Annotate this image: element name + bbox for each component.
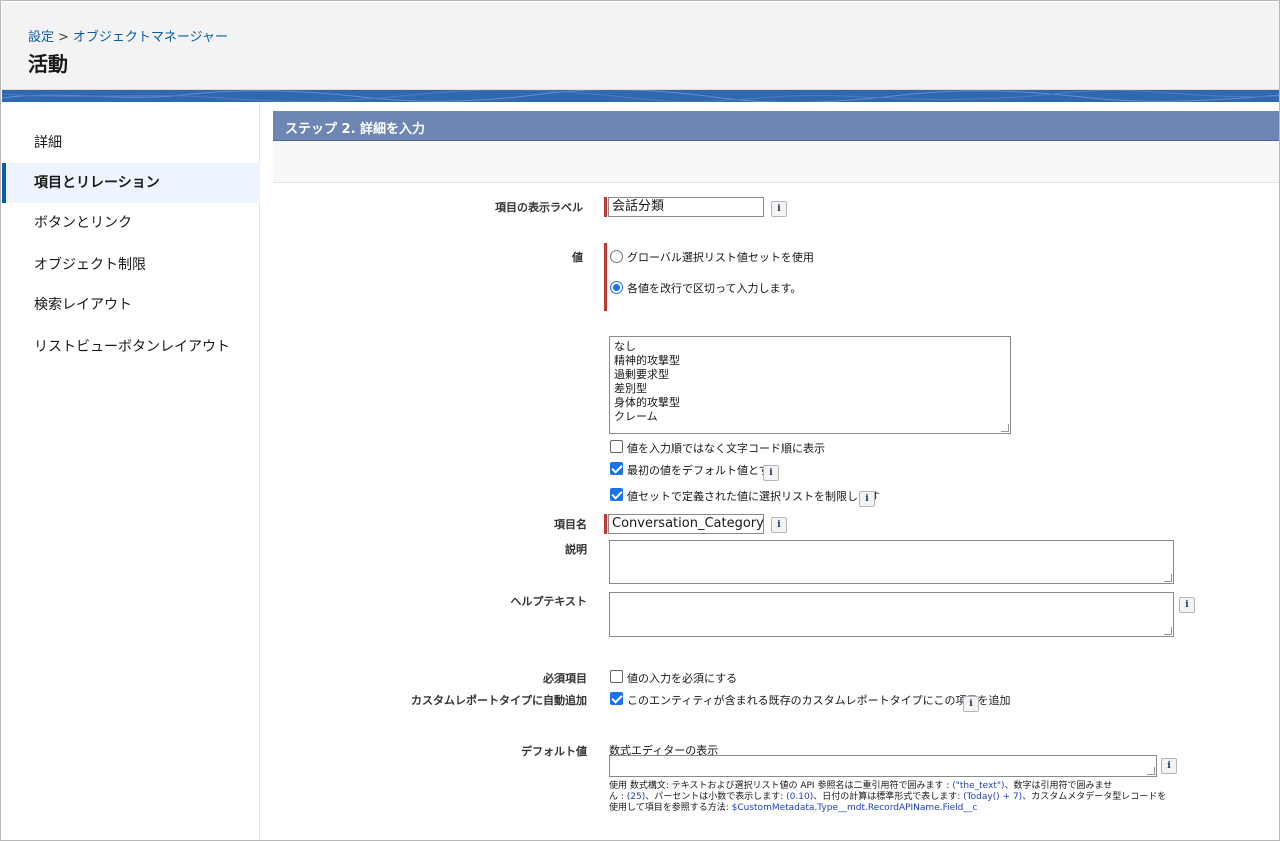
hint-code: (Today() + 7): [963, 792, 1023, 802]
values-required-indicator: [604, 243, 607, 311]
page-frame: 設定 > オブジェクトマネージャー 活動 詳細 項目とリレーション ボタンとリンク …: [0, 0, 1280, 841]
resize-grip-icon[interactable]: [1001, 424, 1009, 432]
restrict-values-checkbox[interactable]: [610, 488, 623, 501]
required-indicator: [604, 197, 607, 217]
breadcrumb-separator: >: [58, 30, 69, 45]
sidebar-item-search-layouts[interactable]: 検索レイアウト: [2, 285, 260, 325]
custom-report-label: カスタムレポートタイプに自動追加: [411, 694, 587, 707]
restrict-values-info-icon[interactable]: i: [859, 491, 875, 507]
hint-text: ん :: [609, 792, 627, 802]
global-picklist-label: グローバル選択リスト値セットを使用: [627, 251, 814, 264]
hint-text: 使用 数式構文: テキストおよび選択リスト値の API 参照名は二重引用符で囲み…: [609, 781, 953, 791]
section-subheader: [273, 141, 1279, 183]
hint-text: 、日付の計算は標準形式で表します:: [813, 792, 964, 802]
custom-report-checkbox[interactable]: [610, 692, 623, 705]
alpha-sort-checkbox[interactable]: [610, 440, 623, 453]
hint-text: 使用して項目を参照する方法:: [609, 803, 732, 813]
resize-grip-icon[interactable]: [1164, 574, 1172, 582]
global-picklist-radio[interactable]: [610, 250, 623, 263]
value-entry: クレーム: [614, 410, 658, 423]
value-entry: 精神的攻撃型: [614, 354, 680, 367]
value-entry: なし: [614, 340, 636, 353]
field-label-input[interactable]: 会話分類: [608, 197, 764, 217]
hint-text: 、パーセントは小数で表示します:: [645, 792, 787, 802]
section-title: ステップ 2. 詳細を入力: [285, 122, 426, 137]
values-textarea[interactable]: なし 精神的攻撃型 過剰要求型 差別型 身体的攻撃型 クレーム: [609, 336, 1011, 434]
first-default-info-icon[interactable]: i: [763, 465, 779, 481]
required-checkbox[interactable]: [610, 670, 623, 683]
page-title: 活動: [28, 52, 68, 76]
manual-values-radio[interactable]: [610, 281, 623, 294]
value-entry: 過剰要求型: [614, 368, 669, 381]
values-label: 値: [572, 251, 583, 264]
api-name-input[interactable]: Conversation_Category: [608, 514, 764, 534]
hint-text: 、カスタムメタデータ型レコードを: [1022, 792, 1167, 802]
first-default-label: 最初の値をデフォルト値とする: [627, 464, 781, 477]
sidebar-item-object-limits[interactable]: オブジェクト制限: [2, 245, 260, 285]
hint-code: ("the_text"): [952, 781, 1005, 791]
default-value-label: デフォルト値: [521, 745, 587, 758]
help-text-textarea[interactable]: [609, 592, 1174, 637]
main-panel: ステップ 2. 詳細を入力 項目の表示ラベル 会話分類 i 値 グローバル選択リ…: [273, 111, 1279, 840]
value-entry: 身体的攻撃型: [614, 396, 680, 409]
sidebar-item-details[interactable]: 詳細: [2, 123, 260, 163]
custom-report-info-icon[interactable]: i: [963, 696, 979, 712]
field-label-info-icon[interactable]: i: [771, 201, 787, 217]
manual-values-label: 各値を改行で区切って入力します。: [627, 282, 802, 295]
formula-syntax-hint: 使用 数式構文: テキストおよび選択リスト値の API 参照名は二重引用符で囲み…: [609, 781, 1169, 814]
default-value-textarea[interactable]: [609, 755, 1157, 777]
sidebar-item-list-view-button-layout[interactable]: リストビューボタンレイアウト: [2, 327, 260, 367]
first-default-checkbox[interactable]: [610, 462, 623, 475]
required-label: 必須項目: [543, 672, 587, 685]
required-checkbox-label: 値の入力を必須にする: [627, 672, 738, 685]
page-header: 設定 > オブジェクトマネージャー 活動: [2, 2, 1279, 90]
api-name-required-indicator: [604, 514, 607, 534]
header-banner: [2, 90, 1279, 102]
section-header: ステップ 2. 詳細を入力: [273, 111, 1279, 141]
restrict-values-label: 値セットで定義された値に選択リストを制限します: [627, 490, 880, 503]
custom-report-checkbox-label: このエンティティが含まれる既存のカスタムレポートタイプにこの項目を追加: [627, 694, 1011, 707]
breadcrumb-setup-link[interactable]: 設定: [28, 30, 54, 45]
field-label-label: 項目の表示ラベル: [495, 201, 583, 214]
breadcrumb-object-manager-link[interactable]: オブジェクトマネージャー: [73, 30, 228, 45]
help-text-label: ヘルプテキスト: [510, 595, 587, 608]
hint-text: 、数字は引用符で囲みませ: [1004, 781, 1113, 791]
api-name-label: 項目名: [554, 518, 587, 531]
banner-pattern: [2, 90, 1279, 102]
value-entry: 差別型: [614, 382, 647, 395]
resize-grip-icon[interactable]: [1164, 627, 1172, 635]
breadcrumb: 設定 > オブジェクトマネージャー: [28, 26, 228, 45]
hint-code: (0.10): [786, 792, 814, 802]
sidebar-item-fields-relationships[interactable]: 項目とリレーション: [2, 163, 260, 203]
values-list: なし 精神的攻撃型 過剰要求型 差別型 身体的攻撃型 クレーム: [614, 340, 680, 424]
alpha-sort-label: 値を入力順ではなく文字コード順に表示: [627, 442, 825, 455]
help-text-info-icon[interactable]: i: [1179, 597, 1195, 613]
hint-code: (25): [626, 792, 646, 802]
resize-grip-icon[interactable]: [1147, 767, 1155, 775]
sidebar-item-buttons-links[interactable]: ボタンとリンク: [2, 203, 260, 243]
description-label: 説明: [565, 543, 587, 556]
api-name-info-icon[interactable]: i: [771, 517, 787, 533]
sidebar: 詳細 項目とリレーション ボタンとリンク オブジェクト制限 検索レイアウト リス…: [2, 102, 260, 840]
description-textarea[interactable]: [609, 540, 1174, 584]
default-value-info-icon[interactable]: i: [1161, 758, 1177, 774]
hint-code: $CustomMetadata.Type__mdt.RecordAPIName.…: [731, 803, 978, 813]
